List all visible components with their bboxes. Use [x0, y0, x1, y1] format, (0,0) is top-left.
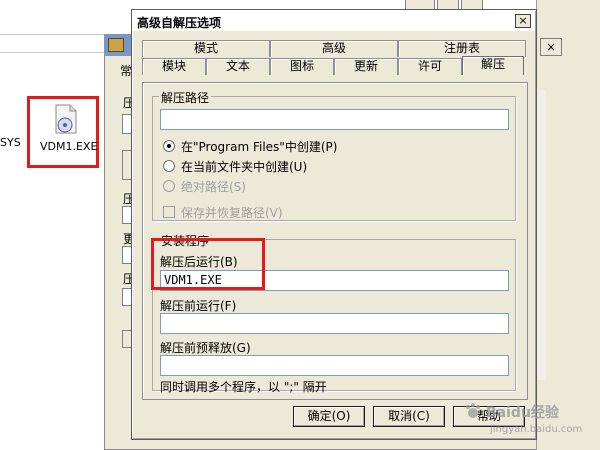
radio-label: 在"Program Files"中创建(P) [181, 139, 338, 154]
paw-icon [466, 403, 480, 418]
explorer-divider [0, 52, 110, 53]
dialog-titlebar: 高级自解压选项 × [133, 11, 535, 31]
executable-file-icon [55, 104, 77, 134]
pre-release-label: 解压前预释放(G) [160, 341, 251, 355]
highlight-box [151, 238, 265, 290]
archive-icon [108, 38, 124, 52]
checkbox[interactable] [163, 206, 175, 218]
extract-path-group: 解压路径 在"Program Files"中创建(P) 在当前文件夹中创建(U)… [152, 89, 516, 221]
file-name: VDM1.EXE [40, 140, 98, 153]
tab-license[interactable]: 许可 [398, 58, 462, 75]
advanced-sfx-options-dialog: 高级自解压选项 × 模式 高级 注册表 模块 文本 图标 更新 许可 解压 解压… [131, 9, 537, 440]
radio-button[interactable] [163, 180, 175, 192]
multi-program-hint: 同时调用多个程序，以 ";" 隔开 [160, 380, 327, 394]
radio-program-files[interactable]: 在"Program Files"中创建(P) [163, 138, 337, 154]
background-close-icon: × [540, 38, 562, 56]
ok-button[interactable]: 确定(O) [293, 406, 365, 427]
watermark-url: jingyan.baidu.com [490, 424, 583, 435]
tab-mode[interactable]: 模式 [142, 40, 270, 57]
radio-label: 在当前文件夹中创建(U) [181, 159, 308, 174]
tab-row-front: 模块 文本 图标 更新 许可 解压 [142, 56, 524, 75]
tab-icon[interactable]: 图标 [270, 58, 334, 75]
tab-text[interactable]: 文本 [206, 58, 270, 75]
extract-path-input[interactable] [160, 109, 509, 130]
radio-current-folder[interactable]: 在当前文件夹中创建(U) [163, 158, 307, 174]
radio-button[interactable] [163, 160, 175, 172]
checkbox-label: 保存并恢复路径(V) [181, 205, 283, 220]
tab-extract[interactable]: 解压 [462, 56, 524, 75]
tab-registry[interactable]: 注册表 [398, 40, 526, 57]
tab-row-back: 模式 高级 注册表 [142, 40, 526, 57]
pre-release-input[interactable] [160, 355, 509, 376]
save-restore-path-checkbox[interactable]: 保存并恢复路径(V) [163, 204, 283, 220]
run-before-label: 解压前运行(F) [160, 299, 237, 313]
dialog-title: 高级自解压选项 [137, 16, 222, 30]
tab-advanced[interactable]: 高级 [270, 40, 398, 57]
radio-button[interactable] [163, 140, 175, 152]
close-icon[interactable]: × [515, 14, 531, 28]
tab-update[interactable]: 更新 [334, 58, 398, 75]
desktop: SYS VDM1.EXE 常 压 压 更 压 × 高级自解压选项 × 模式 高级 [0, 0, 600, 450]
watermark-brand: Baidu经验 [486, 405, 559, 421]
file-label-partial: SYS [0, 136, 21, 149]
radio-label: 绝对路径(S) [181, 179, 246, 194]
group-label: 解压路径 [159, 89, 212, 106]
background-scrollbar [536, 90, 546, 380]
radio-absolute-path[interactable]: 绝对路径(S) [163, 178, 246, 194]
run-before-input[interactable] [160, 313, 509, 334]
file-item-vdm1[interactable]: VDM1.EXE [27, 96, 99, 168]
cancel-button[interactable]: 取消(C) [373, 406, 445, 427]
tab-modules[interactable]: 模块 [142, 58, 206, 75]
watermark: Baidu经验 jingyan.baidu.com [460, 398, 600, 450]
